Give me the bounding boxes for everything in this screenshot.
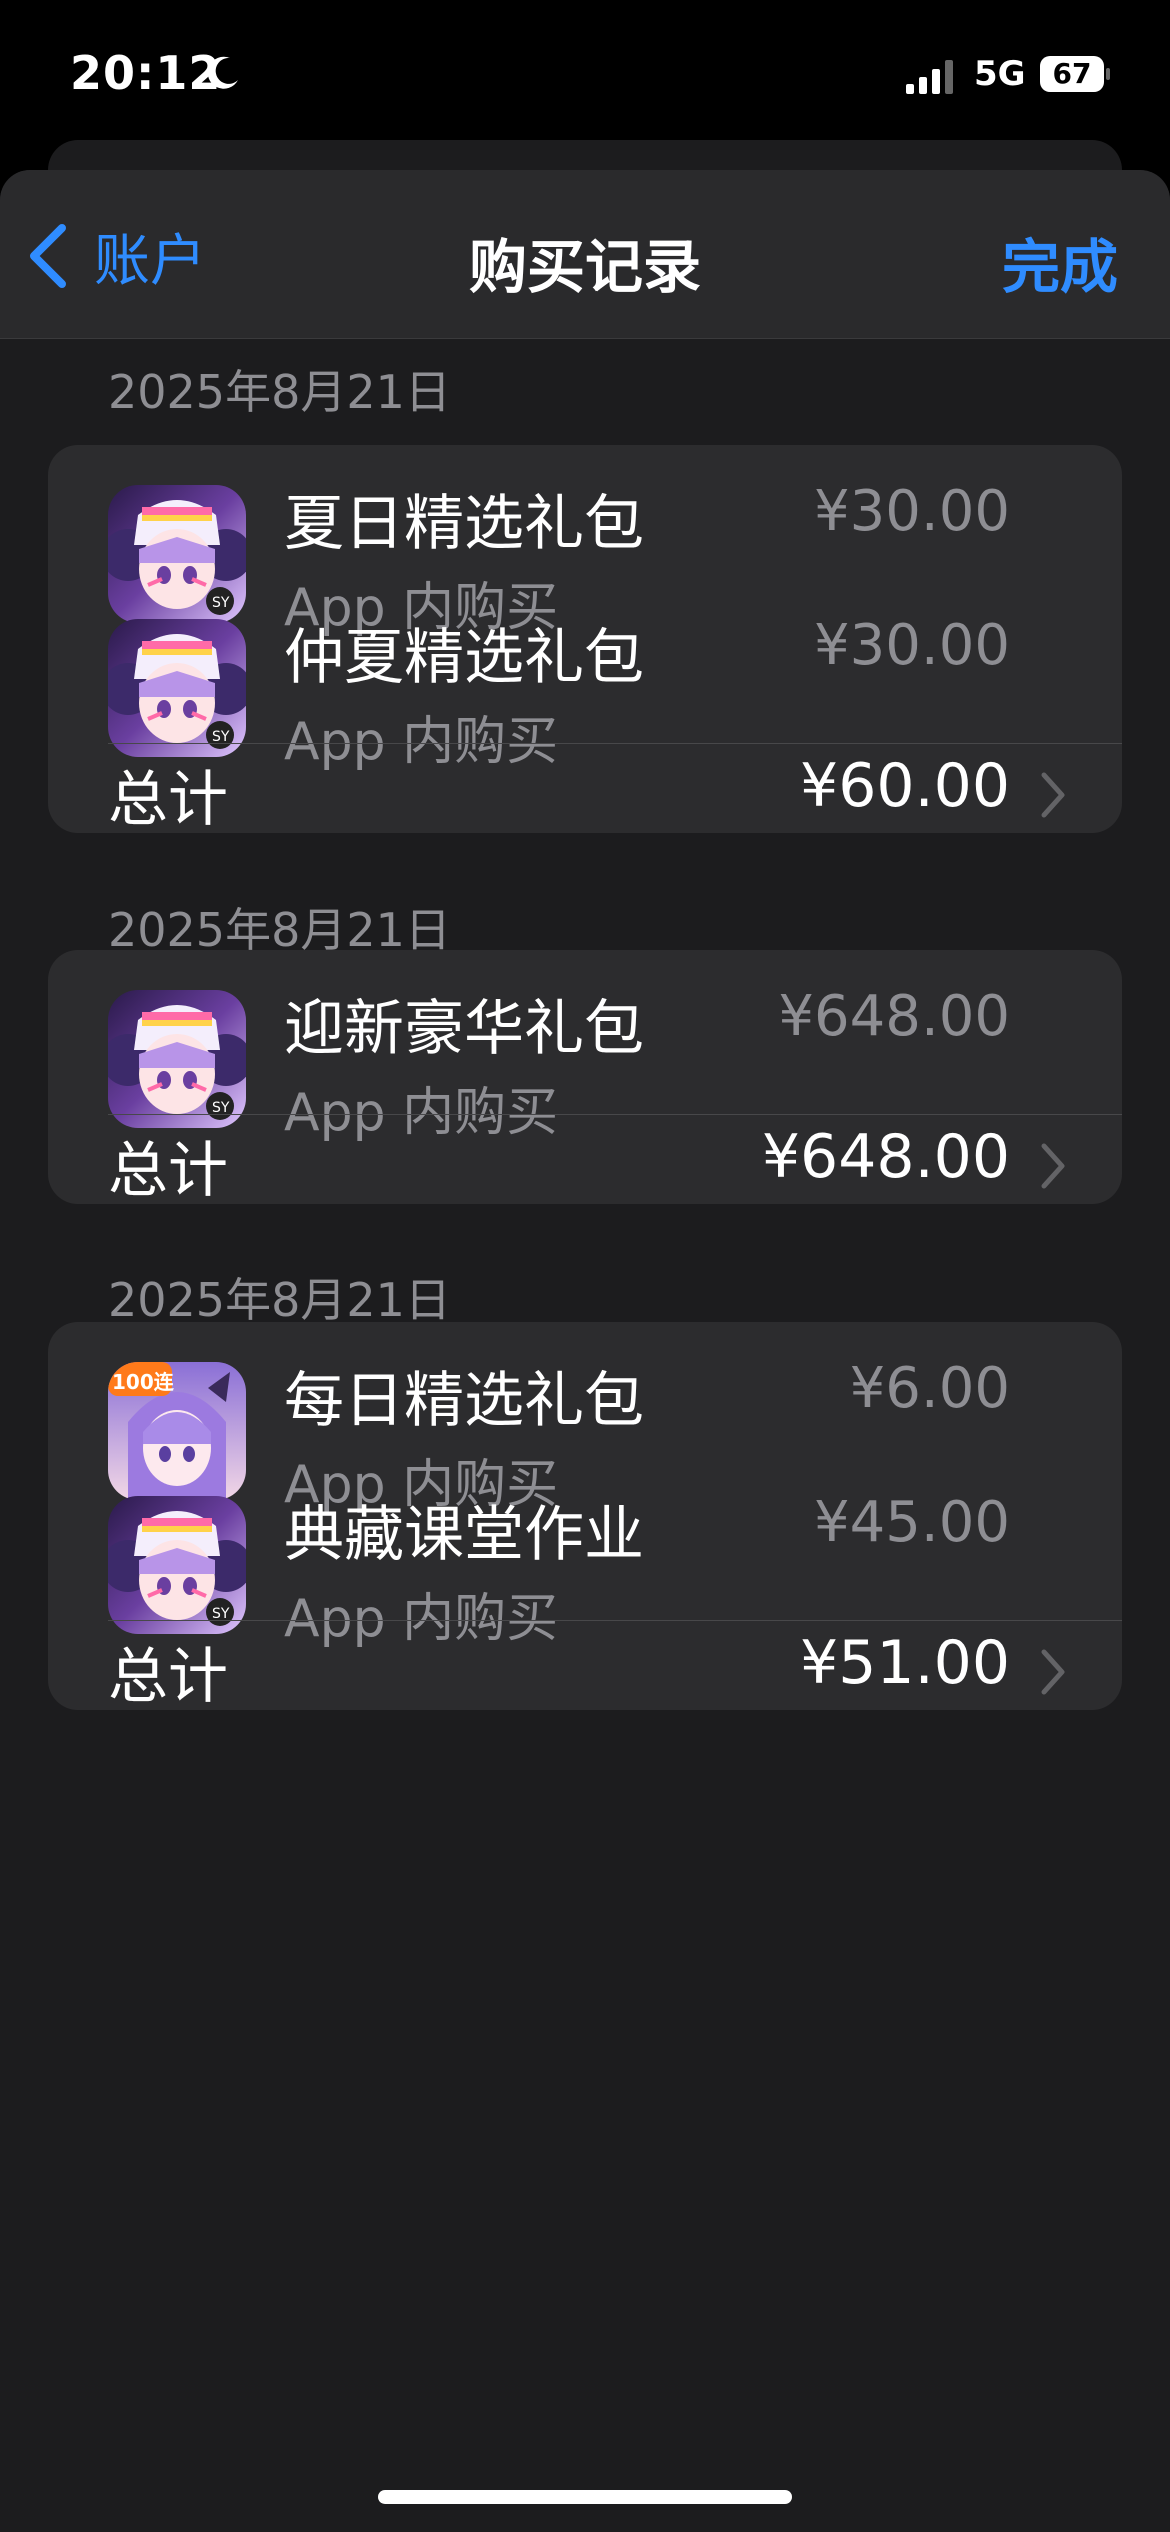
total-row[interactable]: 总计 ¥648.00: [48, 1086, 1122, 1226]
item-name: 夏日精选礼包: [284, 489, 644, 559]
total-price: ¥60.00: [800, 751, 1010, 821]
chevron-right-icon: [1041, 772, 1065, 818]
navigation-bar: 账户 购买记录 完成: [0, 170, 1170, 339]
chevron-right-icon: [1041, 1143, 1065, 1189]
status-bar: 20:12 5G 67: [0, 0, 1170, 150]
total-label: 总计: [108, 1642, 228, 1712]
item-price: ¥30.00: [814, 613, 1010, 678]
purchase-group-card: 夏日精选礼包 App 内购买 ¥30.00 仲夏精选礼包 App 内购买 ¥30…: [48, 445, 1122, 835]
purchase-history-sheet: 账户 购买记录 完成 2025年8月21日 夏日精选礼包 App 内购买 ¥30…: [0, 170, 1170, 2532]
section-date: 2025年8月21日: [108, 365, 451, 419]
item-name: 每日精选礼包: [284, 1366, 644, 1436]
game-app-icon: [108, 485, 246, 623]
total-price: ¥51.00: [800, 1628, 1010, 1698]
item-price: ¥45.00: [814, 1490, 1010, 1555]
total-label: 总计: [108, 765, 228, 835]
home-indicator[interactable]: [378, 2490, 792, 2504]
item-name: 仲夏精选礼包: [284, 623, 644, 693]
network-type: 5G: [974, 54, 1026, 94]
moon-icon: [207, 56, 238, 89]
done-button[interactable]: 完成: [1002, 220, 1118, 304]
chevron-right-icon: [1041, 1649, 1065, 1695]
purchase-group-card: 迎新豪华礼包 App 内购买 ¥648.00 总计 ¥648.00: [48, 950, 1122, 1206]
item-name: 迎新豪华礼包: [284, 994, 644, 1064]
item-price: ¥648.00: [778, 984, 1010, 1049]
battery-icon: 67: [1040, 56, 1110, 92]
item-price: ¥6.00: [849, 1356, 1010, 1421]
signal-icon: [906, 60, 953, 94]
app-icon-badge: 100连: [112, 1370, 174, 1394]
battery-level: 67: [1052, 57, 1092, 90]
section-date: 2025年8月21日: [108, 1273, 451, 1327]
total-price: ¥648.00: [761, 1122, 1010, 1192]
status-time: 20:12: [70, 46, 222, 100]
item-name: 典藏课堂作业: [284, 1500, 644, 1570]
page-title: 购买记录: [468, 233, 701, 301]
total-row[interactable]: 总计 ¥51.00: [48, 1592, 1122, 1732]
purchase-group-card: 100连 每日精选礼包 App 内购买 ¥6.00 典藏课堂作业 App 内购买…: [48, 1322, 1122, 1712]
total-label: 总计: [108, 1136, 228, 1206]
item-price: ¥30.00: [814, 479, 1010, 544]
game-app-icon-100-draws: 100连: [108, 1362, 246, 1500]
total-row[interactable]: 总计 ¥60.00: [48, 715, 1122, 855]
